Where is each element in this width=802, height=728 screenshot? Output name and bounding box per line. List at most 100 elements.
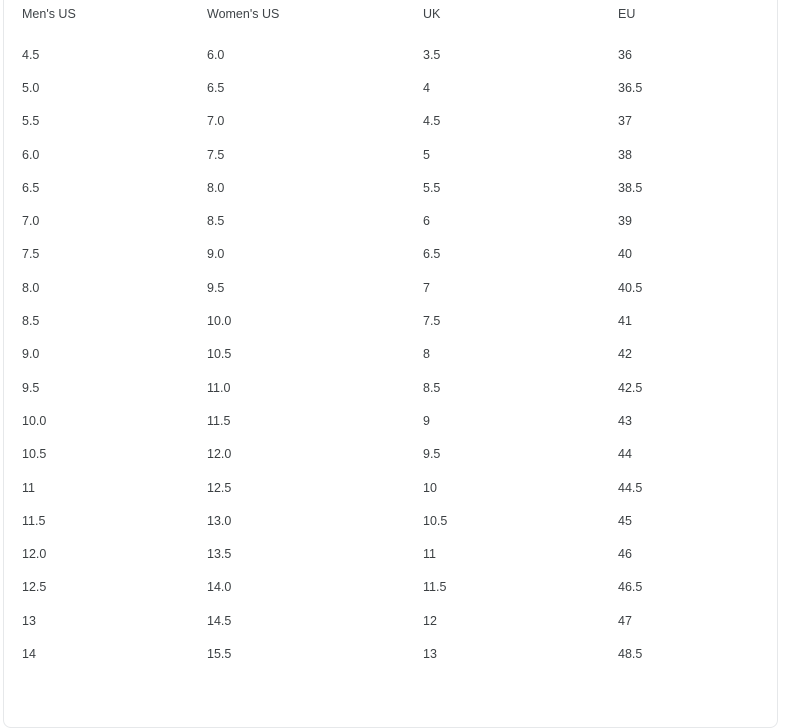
- table-cell: 10: [423, 480, 437, 495]
- table-cell: 12.0: [22, 547, 47, 562]
- table-cell: 6.0: [207, 47, 225, 62]
- table-cell: 6.5: [22, 180, 40, 195]
- table-cell: 10.5: [207, 347, 232, 362]
- column-header: Men's US: [22, 6, 76, 21]
- table-cell: 9.5: [423, 447, 441, 462]
- table-cell: 38.5: [618, 180, 643, 195]
- table-cell: 40.5: [618, 280, 643, 295]
- table-cell: 45: [618, 513, 632, 528]
- table-row: 9.010.584227: [4, 338, 777, 371]
- table-cell: 8.0: [207, 180, 225, 195]
- table-row: 1415.51348.532: [4, 637, 777, 670]
- table-cell: 6.0: [22, 147, 40, 162]
- table-cell: 4.5: [22, 47, 40, 62]
- table-cell: 5.0: [22, 80, 40, 95]
- table-cell: 8.5: [423, 380, 441, 395]
- table-cell: 41: [618, 314, 632, 329]
- table-cell: 9.5: [207, 280, 225, 295]
- table-row: 6.58.05.538.524.5: [4, 171, 777, 204]
- table-row: 11.513.010.54529.5: [4, 504, 777, 537]
- table-cell: 15.5: [207, 646, 232, 661]
- table-cell: 46: [618, 547, 632, 562]
- table-cell: 7: [423, 280, 430, 295]
- size-conversion-table: Men's USWomen's USUKEUJapan (CM) 4.56.03…: [4, 0, 777, 671]
- table-cell: 14: [22, 646, 36, 661]
- table-cell: 11.5: [423, 580, 447, 595]
- table-cell: 12: [423, 613, 437, 628]
- table-row: 7.08.563925: [4, 204, 777, 237]
- table-cell: 11.5: [22, 513, 46, 528]
- table-cell: 7.0: [22, 214, 40, 229]
- table-cell: 10.0: [22, 413, 47, 428]
- table-cell: 10.0: [207, 314, 232, 329]
- table-cell: 37: [618, 114, 632, 129]
- table-cell: 40: [618, 247, 632, 262]
- table-cell: 4.5: [423, 114, 441, 129]
- table-cell: 8.5: [22, 314, 40, 329]
- table-cell: 44.5: [618, 480, 643, 495]
- table-cell: 6.5: [207, 80, 225, 95]
- table-cell: 12.5: [22, 580, 47, 595]
- column-header: Women's US: [207, 6, 280, 21]
- table-row: 5.57.04.53723.5: [4, 105, 777, 138]
- table-cell: 46.5: [618, 580, 643, 595]
- table-cell: 14.0: [207, 580, 232, 595]
- table-cell: 7.5: [22, 247, 40, 262]
- table-row: 4.56.03.53622.5: [4, 38, 777, 71]
- table-cell: 7.5: [207, 147, 225, 162]
- table-cell: 6: [423, 214, 430, 229]
- table-cell: 11.0: [207, 380, 231, 395]
- table-cell: 9.0: [22, 347, 40, 362]
- table-header: Men's USWomen's USUKEUJapan (CM): [4, 0, 777, 38]
- table-cell: 9.5: [22, 380, 40, 395]
- table-body: 4.56.03.53622.55.06.5436.5235.57.04.5372…: [4, 38, 777, 671]
- table-cell: 11: [22, 480, 35, 495]
- table-row: 10.011.594328: [4, 404, 777, 437]
- table-cell: 6.5: [423, 247, 441, 262]
- table-row: 6.07.553824: [4, 138, 777, 171]
- table-cell: 13: [22, 613, 36, 628]
- table-cell: 7.0: [207, 114, 225, 129]
- table-cell: 39: [618, 214, 632, 229]
- table-cell: 12.5: [207, 480, 232, 495]
- table-row: 12.514.011.546.530.5: [4, 571, 777, 604]
- table-cell: 8.5: [207, 214, 225, 229]
- table-cell: 3.5: [423, 47, 441, 62]
- table-cell: 5.5: [22, 114, 40, 129]
- table-row: 9.511.08.542.527.5: [4, 371, 777, 404]
- table-cell: 10.5: [423, 513, 448, 528]
- table-row: 10.512.09.54428.5: [4, 438, 777, 471]
- table-cell: 13.0: [207, 513, 232, 528]
- table-cell: 11.5: [207, 413, 231, 428]
- table-cell: 14.5: [207, 613, 232, 628]
- table-row: 12.013.5114630: [4, 537, 777, 570]
- table-row: 8.510.07.54126.5: [4, 304, 777, 337]
- table-cell: 36.5: [618, 80, 643, 95]
- table-cell: 5: [423, 147, 430, 162]
- table-cell: 42.5: [618, 380, 643, 395]
- table-cell: 48.5: [618, 646, 643, 661]
- table-cell: 5.5: [423, 180, 441, 195]
- table-cell: 9.0: [207, 247, 225, 262]
- table-cell: 7.5: [423, 314, 441, 329]
- table-row: 1112.51044.529: [4, 471, 777, 504]
- table-cell: 8.0: [22, 280, 40, 295]
- table-cell: 12.0: [207, 447, 232, 462]
- table-cell: 4: [423, 80, 430, 95]
- size-chart-card: Men's USWomen's USUKEUJapan (CM) 4.56.03…: [3, 0, 778, 728]
- table-cell: 43: [618, 413, 632, 428]
- column-header: EU: [618, 6, 636, 21]
- table-row: 8.09.5740.526: [4, 271, 777, 304]
- table-row: 7.59.06.54025.5: [4, 238, 777, 271]
- table-cell: 38: [618, 147, 632, 162]
- table-cell: 42: [618, 347, 632, 362]
- table-cell: 9: [423, 413, 430, 428]
- column-header: UK: [423, 6, 441, 21]
- table-cell: 8: [423, 347, 430, 362]
- table-cell: 44: [618, 447, 632, 462]
- table-header-row: Men's USWomen's USUKEUJapan (CM): [4, 0, 777, 38]
- table-row: 1314.5124731: [4, 604, 777, 637]
- table-cell: 13.5: [207, 547, 232, 562]
- table-cell: 47: [618, 613, 632, 628]
- table-cell: 36: [618, 47, 632, 62]
